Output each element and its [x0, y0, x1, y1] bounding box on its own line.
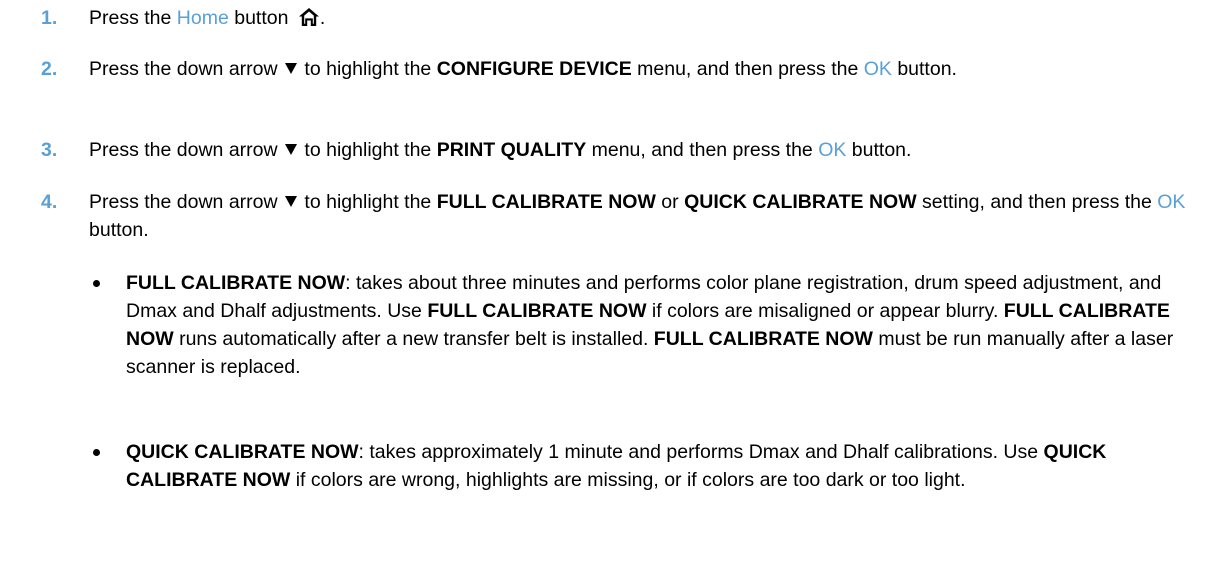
ok-button-label: OK: [818, 139, 847, 161]
instruction-page: 1. Press the Home button . 2. Press the …: [0, 0, 1223, 573]
setting-name: FULL CALIBRATE NOW: [427, 300, 647, 322]
bullet-icon: [93, 280, 100, 287]
step-text-part: button.: [846, 139, 912, 161]
setting-name: FULL CALIBRATE NOW: [653, 328, 873, 350]
step-text: Press the down arrow to highlight the PR…: [89, 136, 1203, 164]
step-text-part: button.: [891, 58, 957, 80]
step-text: Press the down arrow to highlight the CO…: [89, 55, 1203, 83]
step-number: 1.: [41, 7, 58, 29]
down-arrow-icon: [285, 144, 298, 156]
setting-option: QUICK CALIBRATE NOW: [684, 191, 917, 213]
setting-name: FULL CALIBRATE NOW: [126, 272, 346, 294]
step-number: 3.: [41, 139, 58, 161]
down-arrow-icon: [285, 63, 298, 75]
step-number: 4.: [41, 191, 58, 213]
setting-name: QUICK CALIBRATE NOW: [126, 441, 359, 463]
bullet-icon: [93, 449, 100, 456]
bullet-text-part: if colors are wrong, highlights are miss…: [290, 469, 966, 491]
down-arrow-icon: [285, 196, 298, 208]
bullet-text: QUICK CALIBRATE NOW: takes approximately…: [126, 438, 1203, 494]
step-text-part: or: [655, 191, 685, 213]
step-text-part: setting, and then press the: [916, 191, 1158, 213]
step-text-part: Press the down arrow: [89, 139, 284, 161]
step-text-part: Press the down arrow: [89, 58, 284, 80]
ok-button-label: OK: [863, 58, 892, 80]
home-icon: [298, 7, 320, 35]
step-text: Press the down arrow to highlight the FU…: [89, 188, 1203, 244]
bullet-text-part: if colors are misaligned or appear blurr…: [646, 300, 1004, 322]
step-text-part: button: [228, 7, 294, 29]
step-text-part: menu, and then press the: [631, 58, 864, 80]
step-text: Press the Home button .: [89, 4, 1203, 35]
ok-button-label: OK: [1157, 191, 1186, 213]
home-button-label: Home: [176, 7, 229, 29]
menu-name: PRINT QUALITY: [436, 139, 587, 161]
setting-option: FULL CALIBRATE NOW: [436, 191, 656, 213]
step-text-part: Press the: [89, 7, 177, 29]
bullet-text: FULL CALIBRATE NOW: takes about three mi…: [126, 269, 1203, 381]
bullet-text-part: runs automatically after a new transfer …: [173, 328, 654, 350]
step-text-part: Press the down arrow: [89, 191, 284, 213]
step-text-part: to highlight the: [299, 58, 437, 80]
step-text-part: button.: [89, 219, 149, 241]
menu-name: CONFIGURE DEVICE: [436, 58, 632, 80]
step-text-part: menu, and then press the: [586, 139, 819, 161]
step-text-part: to highlight the: [299, 139, 437, 161]
step-number: 2.: [41, 58, 58, 80]
bullet-text-part: : takes approximately 1 minute and perfo…: [358, 441, 1044, 463]
step-text-part: .: [319, 7, 326, 29]
step-text-part: to highlight the: [299, 191, 437, 213]
